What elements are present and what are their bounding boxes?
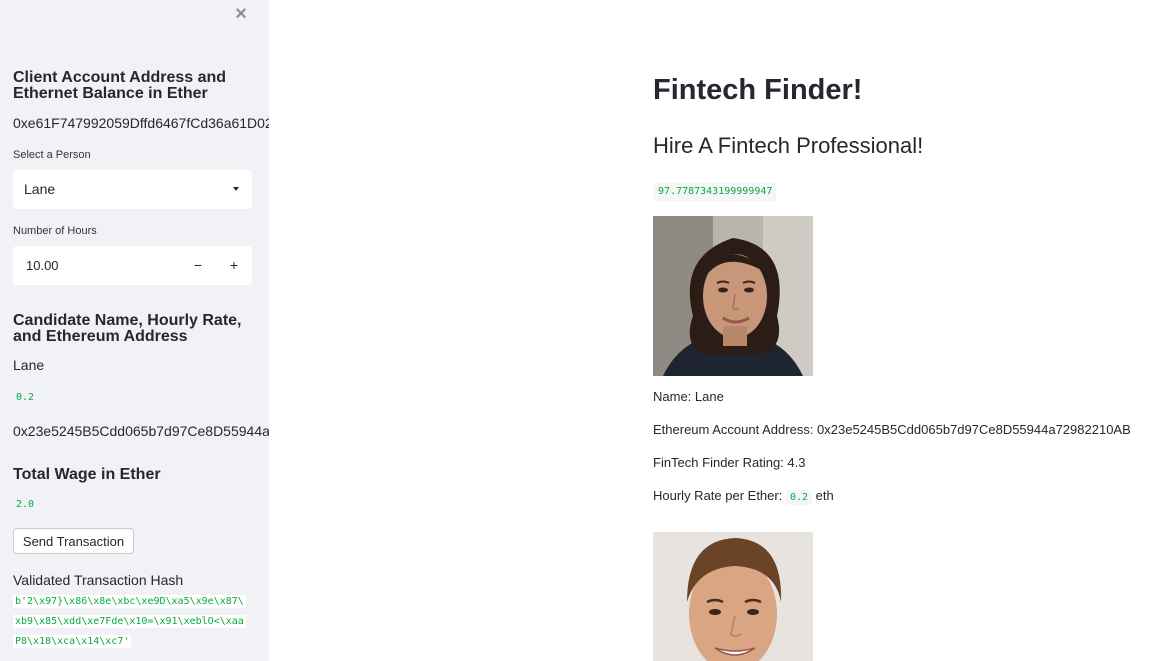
rate-value: 0.2 xyxy=(785,490,813,505)
select-person-label: Select a Person xyxy=(13,149,91,161)
wage-value: 2.0 xyxy=(13,497,38,513)
hours-label: Number of Hours xyxy=(13,225,97,237)
candidate-rating-line: FinTech Finder Rating: 4.3 xyxy=(653,455,806,470)
candidate-photo xyxy=(653,216,813,376)
transaction-hash: b'2\x97}\x86\x8e\xbc\xe9D\xa5\x9e\x87\ x… xyxy=(13,592,269,652)
account-balance: 97.7787343199999947 xyxy=(654,183,777,201)
close-icon[interactable]: × xyxy=(231,4,251,24)
send-transaction-button[interactable]: Send Transaction xyxy=(13,528,134,554)
candidate-rate: 0.2 xyxy=(13,390,38,406)
candidate-rate-line: Hourly Rate per Ether: 0.2 eth xyxy=(653,488,834,506)
hash-label: Validated Transaction Hash xyxy=(13,572,184,588)
hours-stepper: − + xyxy=(13,246,252,285)
candidate-name: Lane xyxy=(13,357,45,373)
chevron-down-icon xyxy=(233,187,239,191)
page-subtitle: Hire A Fintech Professional! xyxy=(653,133,924,158)
page-title: Fintech Finder! xyxy=(653,74,863,106)
wage-heading: Total Wage in Ether xyxy=(13,466,161,483)
sidebar: × Client Account Address and Ethernet Ba… xyxy=(0,0,269,661)
hash-line: xb9\x85\xdd\xe7Fde\x10=\x91\xeblO<\xaa xyxy=(13,615,246,628)
person-select[interactable]: Lane xyxy=(13,170,252,209)
selected-person-value: Lane xyxy=(24,181,56,197)
account-address: 0xe61F747992059Dffd6467fCd36a61D027C xyxy=(13,115,269,131)
hash-line: P8\x18\xca\x14\xc7' xyxy=(13,635,132,648)
increment-button[interactable]: + xyxy=(216,246,252,285)
candidate-address-line: Ethereum Account Address: 0x23e5245B5Cdd… xyxy=(653,422,1131,437)
hash-line: b'2\x97}\x86\x8e\xbc\xe9D\xa5\x9e\x87\ xyxy=(13,595,246,608)
candidate-address: 0x23e5245B5Cdd065b7d97Ce8D55944a729 xyxy=(13,423,269,439)
rate-suffix: eth xyxy=(815,488,834,503)
candidate-name-line: Name: Lane xyxy=(653,389,724,404)
hours-input[interactable] xyxy=(13,246,183,285)
candidate-heading: Candidate Name, Hourly Rate, and Ethereu… xyxy=(13,312,242,345)
account-heading: Client Account Address and Ethernet Bala… xyxy=(13,69,227,102)
decrement-button[interactable]: − xyxy=(180,246,216,285)
rate-prefix: Hourly Rate per Ether: xyxy=(653,488,783,503)
next-candidate-photo xyxy=(653,532,813,661)
